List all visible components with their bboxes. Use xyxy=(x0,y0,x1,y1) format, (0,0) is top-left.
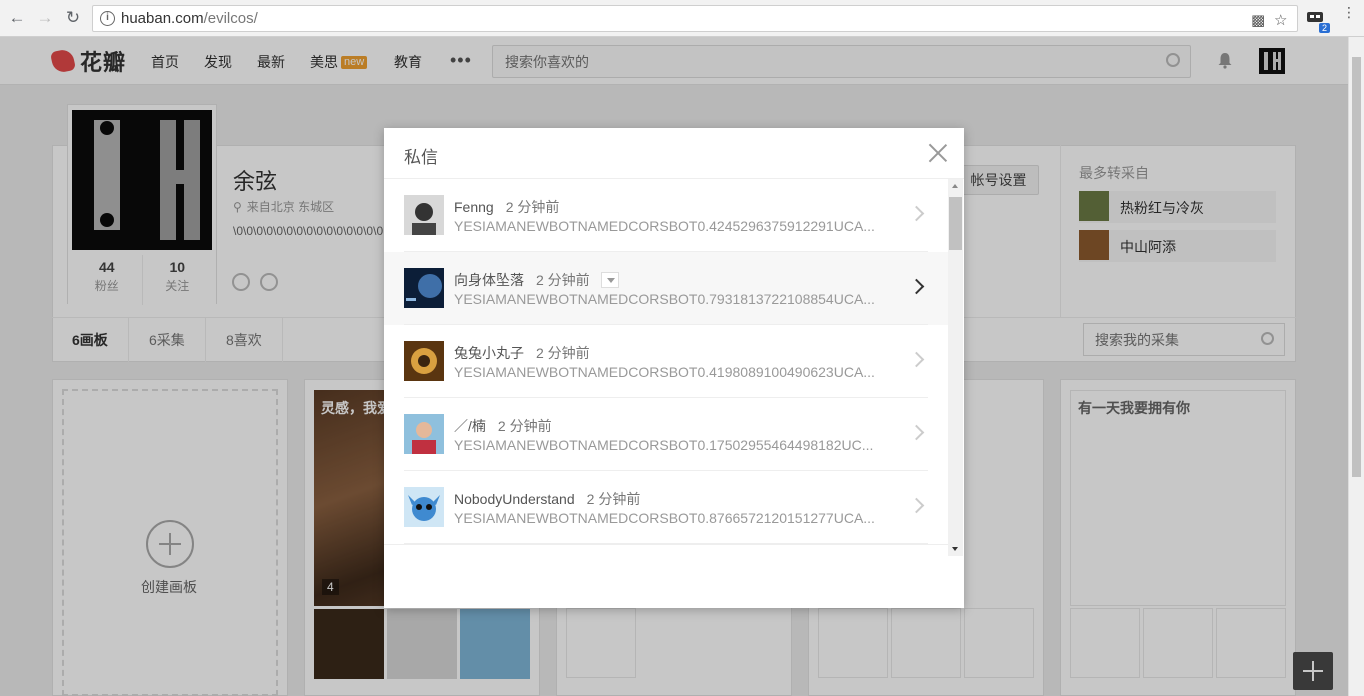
message-time: 2 分钟前 xyxy=(536,345,590,361)
message-preview: YESIAMANEWBOTNAMEDCORSBOT0.7931813722108… xyxy=(454,291,875,307)
close-icon[interactable] xyxy=(927,142,949,164)
info-icon[interactable]: i xyxy=(100,11,115,26)
chevron-right-icon[interactable] xyxy=(908,351,925,368)
back-icon[interactable]: ← xyxy=(7,8,27,28)
message-time: 2 分钟前 xyxy=(586,491,641,507)
browser-menu-icon[interactable]: ⋮ xyxy=(1342,5,1356,19)
message-preview: YESIAMANEWBOTNAMEDCORSBOT0.4198089100490… xyxy=(454,364,875,380)
message-item[interactable]: ／/楠 2 分钟前 YESIAMANEWBOTNAMEDCORSBOT0.1750… xyxy=(384,398,948,471)
scroll-down-icon[interactable] xyxy=(952,547,958,551)
extension-badge: 2 xyxy=(1318,23,1330,33)
message-sender: ／/楠 2 分钟前 xyxy=(454,416,552,436)
sender-name[interactable]: 兔兔小丸子 xyxy=(454,345,524,361)
message-sender: 兔兔小丸子 2 分钟前 xyxy=(454,343,590,363)
message-preview: YESIAMANEWBOTNAMEDCORSBOT0.1750295546449… xyxy=(454,437,874,453)
message-sender: 向身体坠落 2 分钟前 xyxy=(454,270,590,290)
address-bar[interactable]: i huaban.com/evilcos/ ▩ ☆ xyxy=(92,5,1298,32)
chevron-right-icon[interactable] xyxy=(908,424,925,441)
message-avatar[interactable] xyxy=(404,487,444,527)
blocked-plugin-icon[interactable]: ▩ xyxy=(1251,11,1265,29)
message-preview: YESIAMANEWBOTNAMEDCORSBOT0.4245296375912… xyxy=(454,218,875,234)
sender-name[interactable]: NobodyUnderstand xyxy=(454,491,575,507)
divider xyxy=(384,544,948,545)
message-preview: YESIAMANEWBOTNAMEDCORSBOT0.8766572120151… xyxy=(454,510,875,526)
sender-name[interactable]: ／/楠 xyxy=(454,418,486,434)
message-avatar[interactable] xyxy=(404,195,444,235)
chevron-right-icon[interactable] xyxy=(908,278,925,295)
message-avatar[interactable] xyxy=(404,268,444,308)
message-item[interactable]: NobodyUnderstand 2 分钟前 YESIAMANEWBOTNAMED… xyxy=(384,471,948,544)
sender-name[interactable]: 向身体坠落 xyxy=(454,272,524,288)
url-path: /evilcos/ xyxy=(203,10,258,27)
message-time: 2 分钟前 xyxy=(497,418,552,434)
scrollbar-thumb[interactable] xyxy=(949,197,962,250)
modal-title: 私信 xyxy=(404,148,438,167)
extension-icon[interactable]: 2 xyxy=(1305,8,1330,33)
forward-icon[interactable]: → xyxy=(35,8,55,28)
browser-toolbar: ← → ↻ i huaban.com/evilcos/ ▩ ☆ 2 ⋮ xyxy=(0,0,1364,37)
chevron-right-icon[interactable] xyxy=(908,497,925,514)
message-item[interactable]: Fenng 2 分钟前 YESIAMANEWBOTNAMEDCORSBOT0.42… xyxy=(384,179,948,252)
message-list: Fenng 2 分钟前 YESIAMANEWBOTNAMEDCORSBOT0.42… xyxy=(384,179,948,544)
message-item[interactable]: 向身体坠落 2 分钟前 YESIAMANEWBOTNAMEDCORSBOT0.79… xyxy=(384,252,948,325)
message-avatar[interactable] xyxy=(404,414,444,454)
bookmark-star-icon[interactable]: ☆ xyxy=(1274,11,1287,29)
messages-modal: 私信 Fenng 2 分钟前 YESIAMANEWBOTNAMEDCORSBOT0… xyxy=(384,128,964,608)
url-text[interactable]: huaban.com/evilcos/ xyxy=(121,10,258,27)
dropdown-icon[interactable] xyxy=(601,272,619,288)
message-item[interactable]: 兔兔小丸子 2 分钟前 YESIAMANEWBOTNAMEDCORSBOT0.41… xyxy=(384,325,948,398)
message-sender: NobodyUnderstand 2 分钟前 xyxy=(454,489,640,509)
message-sender: Fenng 2 分钟前 xyxy=(454,197,559,217)
sender-name[interactable]: Fenng xyxy=(454,199,494,215)
page-scrollbar-thumb[interactable] xyxy=(1352,57,1361,477)
message-time: 2 分钟前 xyxy=(536,272,590,288)
url-host: huaban.com xyxy=(121,10,204,27)
scroll-up-icon[interactable] xyxy=(952,184,958,188)
reload-icon[interactable]: ↻ xyxy=(63,8,83,28)
message-list-scrollbar[interactable] xyxy=(948,179,963,556)
message-avatar[interactable] xyxy=(404,341,444,381)
message-time: 2 分钟前 xyxy=(505,199,560,215)
chevron-right-icon[interactable] xyxy=(908,205,925,222)
page-scrollbar[interactable] xyxy=(1348,37,1364,696)
